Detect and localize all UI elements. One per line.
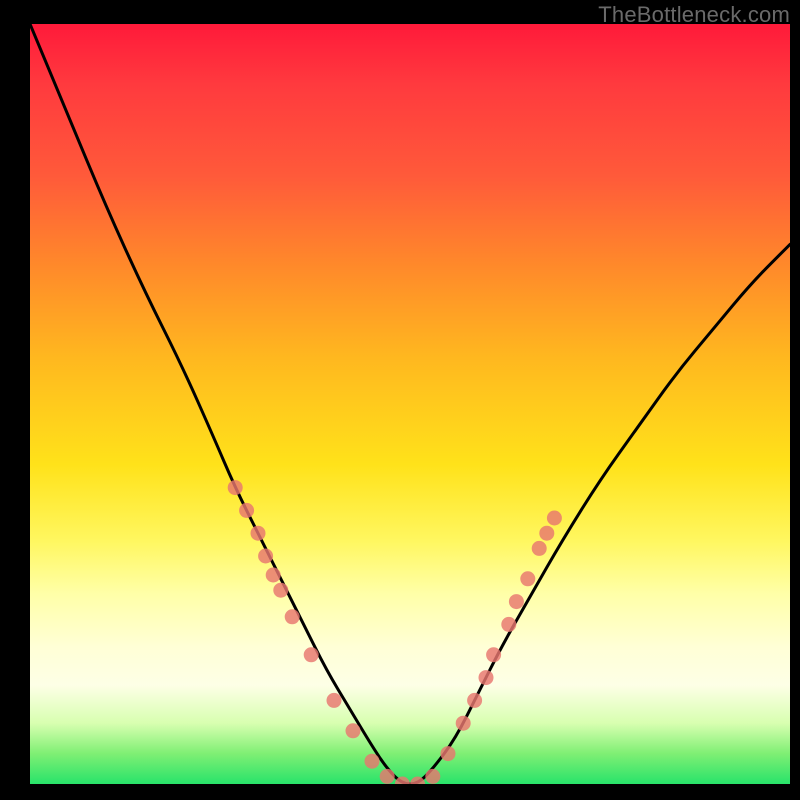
data-marker (228, 480, 243, 495)
data-marker (467, 693, 482, 708)
marker-group (228, 480, 562, 784)
data-marker (520, 571, 535, 586)
data-marker (539, 526, 554, 541)
data-marker (486, 647, 501, 662)
chart-frame: TheBottleneck.com (0, 0, 800, 800)
bottleneck-curve (30, 24, 790, 784)
data-marker (258, 549, 273, 564)
data-marker (285, 609, 300, 624)
data-marker (547, 511, 562, 526)
data-marker (346, 723, 361, 738)
data-marker (441, 746, 456, 761)
data-marker (251, 526, 266, 541)
data-marker (327, 693, 342, 708)
chart-svg (30, 24, 790, 784)
data-marker (239, 503, 254, 518)
data-marker (380, 769, 395, 784)
data-marker (509, 594, 524, 609)
data-marker (273, 583, 288, 598)
data-marker (532, 541, 547, 556)
data-marker (365, 754, 380, 769)
plot-area (30, 24, 790, 784)
data-marker (266, 568, 281, 583)
data-marker (425, 769, 440, 784)
data-marker (456, 716, 471, 731)
data-marker (479, 670, 494, 685)
data-marker (304, 647, 319, 662)
data-marker (501, 617, 516, 632)
